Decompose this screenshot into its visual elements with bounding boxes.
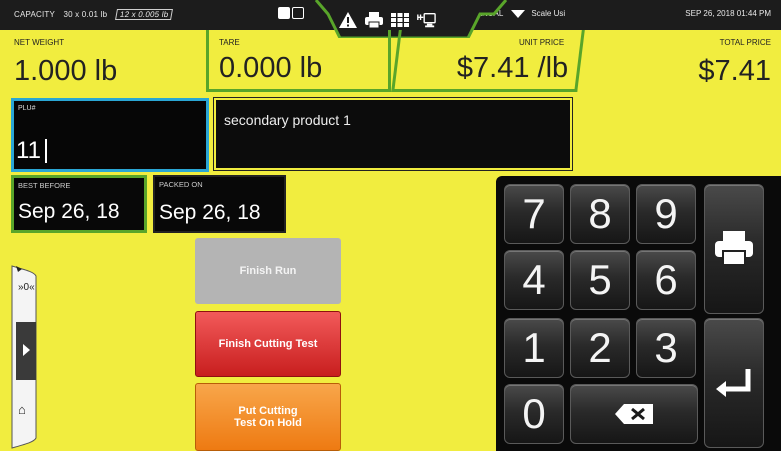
numeric-keypad: 7 8 9 4 5 6 1 2 3 0 (496, 176, 781, 451)
backspace-button[interactable] (570, 384, 698, 444)
put-on-hold-line-1: Put Cutting (238, 405, 298, 417)
plu-value-row: 11 (16, 137, 47, 165)
network-icon (417, 12, 436, 28)
put-on-hold-button[interactable]: Put Cutting Test On Hold (195, 383, 341, 451)
unit-price-value: $7.41 /lb (456, 52, 569, 84)
put-on-hold-line-2: Test On Hold (234, 417, 302, 429)
home-icon[interactable]: ⌂ (18, 402, 26, 417)
key-5[interactable]: 5 (570, 250, 630, 310)
best-before-value: Sep 26, 18 (18, 200, 120, 223)
net-weight-label: NET WEIGHT (14, 38, 65, 47)
finish-run-button[interactable]: Finish Run (195, 238, 341, 304)
product-name-field[interactable]: secondary product 1 (214, 98, 572, 170)
total-price-value: $7.41 (698, 55, 771, 87)
key-2[interactable]: 2 (570, 318, 630, 378)
key-6[interactable]: 6 (636, 250, 696, 310)
finish-cutting-test-button[interactable]: Finish Cutting Test (195, 311, 341, 377)
best-before-field[interactable]: BEST BEFORE Sep 26, 18 (11, 175, 147, 233)
net-weight-panel: NET WEIGHT 1.000 lb (0, 30, 204, 92)
packed-on-label: PACKED ON (159, 180, 203, 189)
net-weight-value: 1.000 lb (14, 55, 118, 87)
unit-price-label: UNIT PRICE (518, 38, 565, 47)
capacity-range-1: 30 x 0.01 lb (63, 10, 108, 19)
view-toggle-box-1[interactable] (278, 7, 290, 19)
packed-on-value: Sep 26, 18 (159, 201, 261, 224)
put-on-hold-label: Put Cutting Test On Hold (234, 405, 302, 429)
key-4[interactable]: 4 (504, 250, 564, 310)
datetime: SEP 26, 2018 01:44 PM (685, 9, 771, 18)
best-before-label: BEST BEFORE (18, 181, 71, 190)
warning-icon (339, 12, 357, 28)
tare-label: TARE (219, 38, 240, 47)
finish-run-label: Finish Run (239, 265, 297, 277)
plu-label: PLU# (18, 105, 36, 112)
tare-value: 0.000 lb (219, 52, 323, 84)
packed-on-field[interactable]: PACKED ON Sep 26, 18 (153, 175, 286, 233)
capacity-range-2: 12 x 0.005 lb (114, 9, 174, 20)
scale-label: Scale Usi (531, 9, 566, 18)
total-price-label: TOTAL PRICE (719, 38, 771, 47)
unit-price-panel[interactable]: UNIT PRICE $7.41 /lb (391, 30, 585, 92)
view-toggle-box-2[interactable] (292, 7, 304, 19)
capacity-label: CAPACITY (14, 10, 56, 19)
grid-icon (391, 13, 409, 27)
key-3[interactable]: 3 (636, 318, 696, 378)
key-0[interactable]: 0 (504, 384, 564, 444)
key-7[interactable]: 7 (504, 184, 564, 244)
total-price-panel: TOTAL PRICE $7.41 (584, 30, 781, 92)
printer-icon (365, 12, 383, 29)
key-1[interactable]: 1 (504, 318, 564, 378)
enter-icon (716, 369, 751, 397)
side-drawer[interactable]: »0« ⌂ (6, 262, 44, 450)
plu-value: 11 (16, 137, 41, 164)
backspace-icon (615, 404, 653, 424)
print-button[interactable] (704, 184, 764, 314)
plu-input[interactable]: PLU# 11 (11, 98, 209, 172)
view-toggle[interactable] (278, 6, 306, 24)
printer-icon (715, 231, 753, 266)
key-9[interactable]: 9 (636, 184, 696, 244)
tare-panel[interactable]: TARE 0.000 lb (206, 30, 391, 92)
finish-cutting-test-label: Finish Cutting Test (218, 338, 318, 350)
text-caret (44, 139, 47, 163)
key-8[interactable]: 8 (570, 184, 630, 244)
capacity-info: CAPACITY 30 x 0.01 lb 12 x 0.005 lb (14, 9, 178, 20)
enter-button[interactable] (704, 318, 764, 448)
status-icons (338, 10, 436, 30)
product-name: secondary product 1 (224, 112, 351, 128)
scale-sensor-icon[interactable]: »0« (18, 282, 35, 293)
